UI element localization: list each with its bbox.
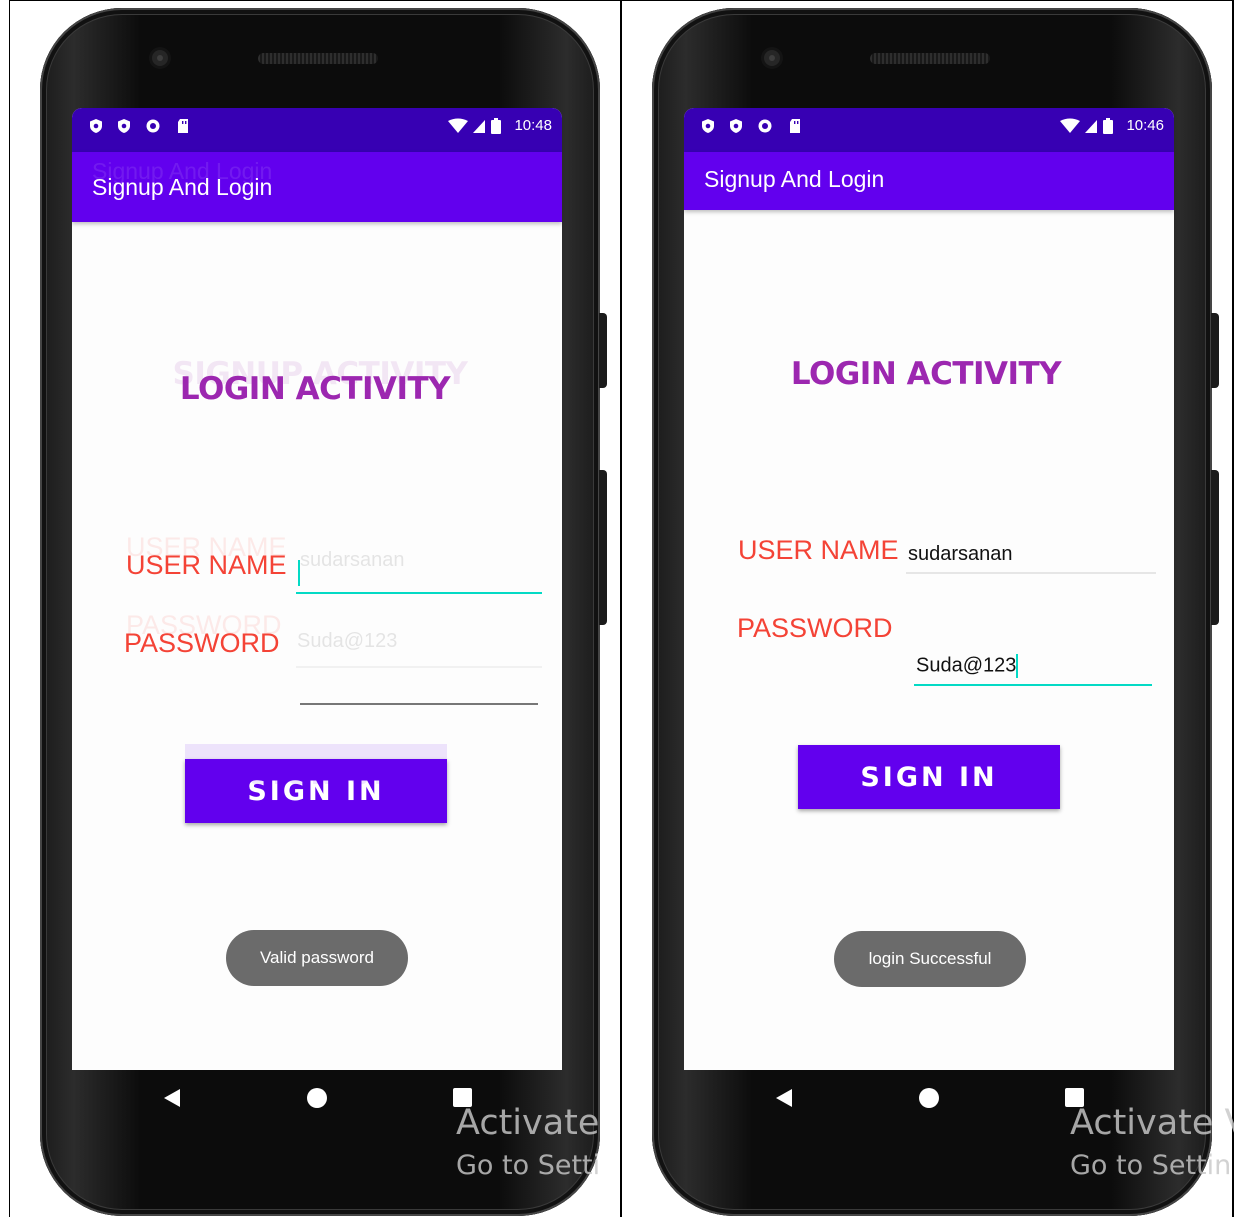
back-icon[interactable]: [164, 1089, 180, 1107]
battery-icon: [491, 118, 501, 134]
power-button: [1211, 470, 1219, 625]
earpiece-speaker: [870, 53, 990, 64]
page-heading: LOGIN ACTIVITY: [179, 371, 451, 407]
ghost-signup-label: SIGN UP: [250, 760, 397, 791]
text-cursor: [1016, 654, 1019, 678]
password-value: Suda@123: [916, 654, 1017, 677]
home-icon[interactable]: [307, 1088, 327, 1108]
signal-icon: [473, 120, 485, 133]
screenshot-cell-left: 10:48 Signup And Login Signup And Login …: [0, 0, 620, 1217]
phone-screen: 10:46 Signup And Login LOGIN ACTIVITY US…: [684, 108, 1174, 1070]
circle-icon: [146, 119, 160, 133]
activate-watermark: Activate V: [1070, 1103, 1234, 1143]
screenshot-cell-right: 10:46 Signup And Login LOGIN ACTIVITY US…: [622, 0, 1234, 1217]
app-bar: Signup And Login Signup And Login: [72, 152, 562, 222]
username-input[interactable]: sudarsanan: [906, 540, 1156, 574]
page-heading: LOGIN ACTIVITY: [790, 356, 1062, 392]
front-camera: [764, 50, 780, 66]
phone-frame: 10:48 Signup And Login Signup And Login …: [40, 8, 607, 1216]
username-label: USER NAME: [738, 535, 899, 565]
app-bar: Signup And Login: [684, 152, 1174, 210]
app-title: Signup And Login: [704, 166, 885, 192]
settings-watermark: Go to Settin: [1070, 1150, 1232, 1181]
circle-icon: [758, 119, 772, 133]
battery-icon: [1103, 118, 1113, 134]
phone-screen: 10:48 Signup And Login Signup And Login …: [72, 108, 562, 1070]
back-icon[interactable]: [776, 1089, 792, 1107]
shield-icon: [118, 119, 130, 133]
phone-frame: 10:46 Signup And Login LOGIN ACTIVITY US…: [652, 8, 1219, 1216]
ghost-password-value: Suda@123: [297, 630, 398, 652]
volume-button: [1211, 313, 1219, 388]
toast-message: Valid password: [226, 930, 408, 986]
status-time: 10:46: [1126, 117, 1164, 134]
activate-watermark: Activate: [456, 1103, 600, 1143]
status-bar: 10:46: [684, 108, 1174, 152]
sign-in-button[interactable]: SIGN IN: [798, 745, 1060, 809]
username-value: sudarsanan: [908, 543, 1013, 565]
password-label: PASSWORD: [124, 628, 280, 658]
sd-card-icon: [790, 119, 800, 133]
shield-icon: [730, 119, 742, 133]
status-bar: 10:48: [72, 108, 562, 152]
ghost-password-line: [296, 666, 542, 668]
volume-button: [599, 313, 607, 388]
password-label: PASSWORD: [737, 613, 893, 643]
password-input[interactable]: [300, 703, 538, 705]
sign-in-button-label: SIGN IN: [860, 761, 998, 793]
signal-icon: [1085, 120, 1097, 133]
power-button: [599, 470, 607, 625]
ghost-username-value: sudarsanan: [300, 549, 405, 571]
wifi-icon: [1060, 118, 1080, 133]
home-icon[interactable]: [919, 1088, 939, 1108]
shield-icon: [90, 119, 102, 133]
settings-watermark: Go to Setti: [456, 1150, 601, 1181]
username-label: USER NAME: [126, 550, 287, 580]
front-camera: [152, 50, 168, 66]
app-title: Signup And Login: [92, 174, 273, 200]
earpiece-speaker: [258, 53, 378, 64]
toast-message: login Successful: [834, 931, 1026, 987]
wifi-icon: [448, 118, 468, 133]
sd-card-icon: [178, 119, 188, 133]
status-time: 10:48: [514, 117, 552, 134]
shield-icon: [702, 119, 714, 133]
password-input[interactable]: Suda@123: [914, 652, 1152, 686]
